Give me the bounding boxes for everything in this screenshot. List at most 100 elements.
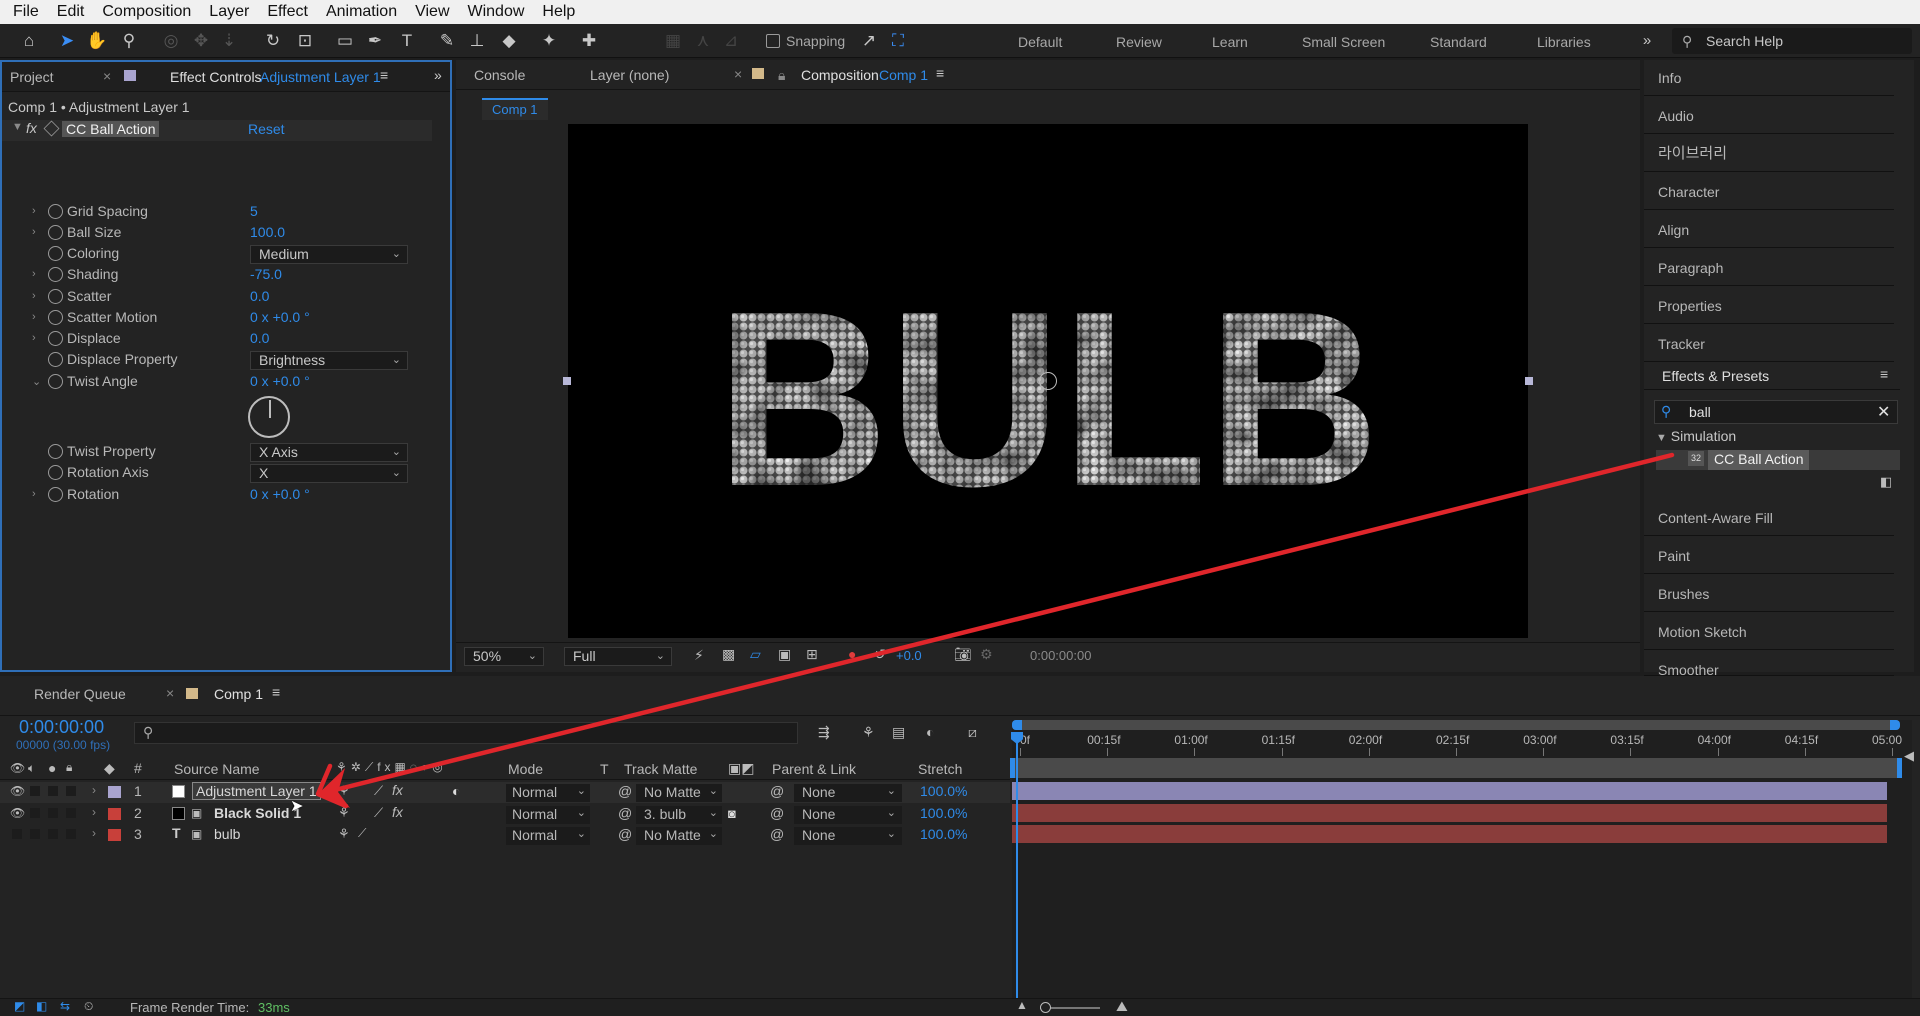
expand-layer-switches-icon[interactable]: ◩ [14,999,25,1013]
menu-layer[interactable]: Layer [200,3,258,21]
out-point-handle[interactable] [1897,758,1902,778]
effect-property-row[interactable]: › Rotation 0 x +0.0 ° [2,485,442,506]
lock-toggle[interactable] [66,786,76,796]
twirl-closed-icon[interactable]: › [32,488,36,500]
layer-mode-dropdown[interactable]: Normal ⌄ [506,805,590,824]
close-tab-icon[interactable]: × [103,68,111,84]
effect-property-row[interactable]: ⌄ Twist Angle 0 x +0.0 ° [2,372,442,393]
property-value[interactable]: 0 x +0.0 ° [250,486,310,502]
audio-toggle[interactable] [30,807,40,818]
selection-tool-icon[interactable]: ➤ [56,30,78,52]
graph-editor-icon[interactable]: ⧄ [968,724,977,741]
layer-name[interactable]: bulb [214,826,240,842]
layer-label-color[interactable] [108,829,121,841]
visibility-eye-icon[interactable]: 👁︎ [10,784,25,798]
current-timecode[interactable]: 0:00:00:00 [19,717,104,738]
stretch-value[interactable]: 100.0% [920,783,967,799]
tab-timeline-comp[interactable]: Comp 1 [214,686,263,702]
playhead[interactable] [1016,732,1018,1016]
property-dropdown[interactable]: Medium ⌄ [250,245,408,264]
twirl-closed-icon[interactable]: › [32,332,36,344]
snapping-checkbox[interactable] [766,34,780,48]
stopwatch-icon[interactable] [48,374,63,389]
effect-property-row[interactable]: Displace Property Brightness ⌄ [2,350,442,371]
twirl-closed-icon[interactable]: › [32,311,36,323]
menu-composition[interactable]: Composition [93,3,200,21]
layer-duration-bar[interactable] [1012,825,1887,843]
menu-window[interactable]: Window [459,3,534,21]
property-value[interactable]: 0.0 [250,288,269,304]
menu-view[interactable]: View [406,3,458,21]
motion-blur-icon[interactable]: ◐ [926,724,934,740]
zoom-tool-icon[interactable]: ⚲ [118,30,140,52]
layer-label-color[interactable] [108,807,121,820]
stretch-value[interactable]: 100.0% [920,826,967,842]
panel-menu-icon[interactable]: ≡ [936,65,944,81]
track-matte-dropdown[interactable]: No Matte ⌄ [636,827,722,845]
panel-menu-icon[interactable]: ≡ [272,684,280,700]
track-matte-pickwhip-icon[interactable]: @ [618,783,632,799]
comp-flowchart-icon[interactable]: ⇶ [818,724,830,741]
parent-dropdown[interactable]: None ⌄ [794,784,902,802]
menu-effect[interactable]: Effect [258,3,317,21]
tab-composition-name[interactable]: Comp 1 [879,67,928,83]
effect-property-row[interactable]: › Ball Size 100.0 [2,223,442,244]
composition-viewer[interactable]: BULB [563,124,1533,638]
expand-transfer-icon[interactable]: ◧ [36,999,47,1013]
tab-project[interactable]: Project [10,69,54,85]
timeline-search-field[interactable]: ⚲ [134,722,798,744]
right-panel-item[interactable]: Paragraph [1644,250,1894,286]
layer-duration-bar[interactable] [1012,803,1887,822]
exposure-value[interactable]: +0.0 [896,648,922,663]
reset-link[interactable]: Reset [248,121,285,137]
menu-file[interactable]: File [4,3,48,21]
workspace-learn[interactable]: Learn [1212,34,1248,50]
property-dropdown[interactable]: X ⌄ [250,464,408,483]
tab-composition[interactable]: Composition [801,67,879,83]
in-point-handle[interactable] [1010,758,1015,778]
right-panel-item[interactable]: Motion Sketch [1644,614,1894,650]
right-panel-item[interactable]: Brushes [1644,576,1894,612]
close-tab-icon[interactable]: × [734,66,742,82]
snap-target-icon[interactable]: ⛶ [887,30,909,52]
twirl-closed-icon[interactable]: › [32,268,36,280]
tab-render-queue[interactable]: Render Queue [34,686,126,702]
snapshot-icon[interactable]: 📷︎ [954,646,972,663]
audio-toggle[interactable] [30,786,40,796]
twirl-closed-icon[interactable]: › [32,205,36,217]
work-area-start[interactable] [1012,720,1022,730]
search-help-field[interactable]: ⚲ Search Help [1672,28,1912,54]
effect-result-row[interactable]: 32 CC Ball Action [1656,450,1900,470]
rotate-tool-icon[interactable]: ↻ [262,30,284,52]
quality-slash-icon[interactable]: ⟋ [374,783,383,799]
workspace-small-screen[interactable]: Small Screen [1302,34,1385,50]
lock-toggle[interactable] [66,807,76,818]
layer-handle-left[interactable] [563,377,571,385]
effect-property-row[interactable]: › Shading -75.0 [2,265,442,286]
zoom-in-icon[interactable]: ⛰ [1116,998,1128,1015]
stopwatch-icon[interactable] [48,289,63,304]
navigator-icon[interactable]: ◀ [1904,748,1920,764]
workspace-libraries[interactable]: Libraries [1537,34,1591,50]
fx-icon[interactable]: fx [392,782,403,798]
effect-name[interactable]: CC Ball Action [62,121,160,137]
right-panel-item[interactable]: Smoother [1644,652,1894,678]
effects-search-field[interactable]: ⚲ ball ✕ [1654,400,1898,424]
show-snapshot-icon[interactable]: ⚙︎ [980,646,993,663]
alpha-matte-icon[interactable]: ◙ [728,806,736,821]
workspace-review[interactable]: Review [1116,34,1162,50]
layer-mode-dropdown[interactable]: Normal ⌄ [506,784,590,802]
property-value[interactable]: 100.0 [250,224,285,240]
zoom-dropdown[interactable]: 50% ⌄ [464,647,544,666]
layer-row[interactable]: 👁︎ › 2 ▣ Black Solid 1 ⚘ ⟋ fx Normal ⌄ @3. bulb ⌄ ◙ @… [0,804,1010,825]
stopwatch-icon[interactable] [48,225,63,240]
solo-toggle[interactable] [48,807,58,818]
layer-label-color[interactable] [108,786,121,798]
effect-property-row[interactable]: Coloring Medium ⌄ [2,244,442,265]
rectangle-tool-icon[interactable]: ▭ [334,30,356,52]
right-panel-item[interactable]: Content-Aware Fill [1644,500,1894,536]
fx-icon[interactable]: fx [392,804,403,820]
effect-property-row[interactable]: › Scatter 0.0 [2,287,442,308]
quality-icon[interactable]: ⟋ [358,826,366,841]
puppet-pin-icon[interactable]: ✚ [578,30,600,52]
